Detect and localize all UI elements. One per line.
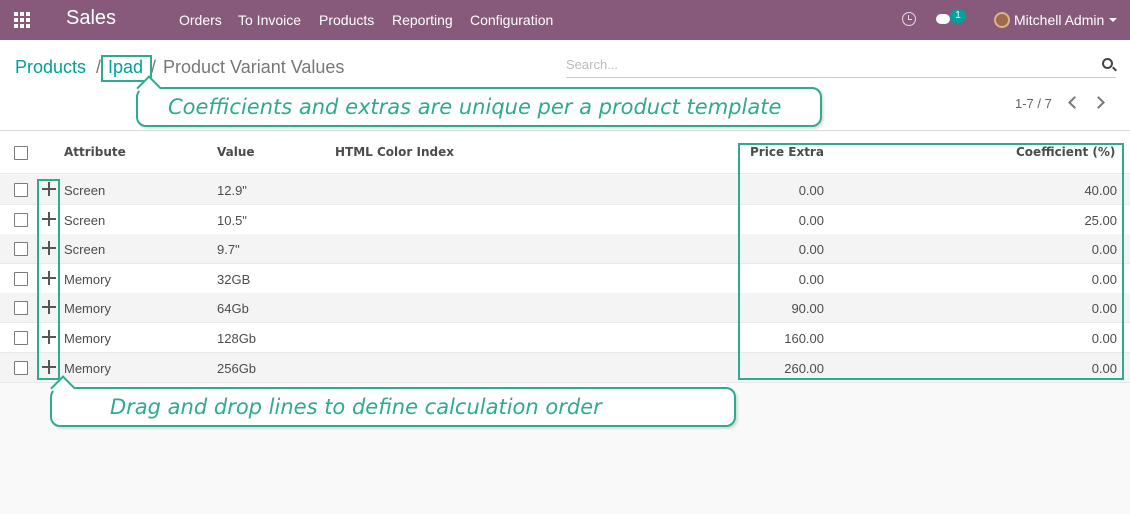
breadcrumb-current: Product Variant Values	[163, 57, 345, 77]
column-value[interactable]: Value	[217, 145, 255, 159]
cell-value: 9.7"	[217, 242, 240, 257]
annotation-coefficients-text: Coefficients and extras are unique per a…	[168, 95, 782, 119]
row-checkbox[interactable]	[14, 361, 28, 375]
cell-value: 128Gb	[217, 331, 257, 346]
annotation-drag-callout: Drag and drop lines to define calculatio…	[50, 375, 736, 427]
row-checkbox[interactable]	[14, 301, 28, 315]
annotation-drag-text: Drag and drop lines to define calculatio…	[110, 395, 602, 419]
cell-attribute: Memory	[64, 301, 111, 316]
top-navbar: Sales Orders To Invoice Products Reporti…	[0, 0, 1130, 40]
cell-attribute: Memory	[64, 272, 111, 287]
search-box[interactable]	[566, 53, 1116, 78]
chat-count-badge: 1	[950, 9, 966, 23]
cell-value: 10.5"	[217, 213, 247, 228]
column-attribute[interactable]: Attribute	[64, 145, 126, 159]
app-name[interactable]: Sales	[66, 7, 116, 30]
cell-attribute: Screen	[64, 183, 106, 198]
chat-icon[interactable]	[936, 14, 950, 24]
chevron-down-icon[interactable]	[1109, 18, 1117, 22]
cell-value: 64Gb	[217, 301, 249, 316]
pager-value[interactable]: 1-7 / 7	[1015, 96, 1052, 111]
annotation-coefficients-callout: Coefficients and extras are unique per a…	[136, 75, 822, 127]
price-coefficient-highlight-frame	[738, 143, 1124, 380]
row-checkbox[interactable]	[14, 213, 28, 227]
user-menu[interactable]: Mitchell Admin	[1014, 12, 1104, 28]
breadcrumb-products[interactable]: Products	[15, 57, 86, 78]
menu-reporting[interactable]: Reporting	[392, 12, 453, 28]
select-all-checkbox[interactable]	[14, 146, 28, 160]
menu-to-invoice[interactable]: To Invoice	[238, 12, 301, 28]
menu-configuration[interactable]: Configuration	[470, 12, 553, 28]
handle-highlight-frame	[37, 179, 60, 380]
apps-menu-icon[interactable]	[14, 12, 32, 28]
row-checkbox[interactable]	[14, 272, 28, 286]
cell-attribute: Memory	[64, 331, 111, 346]
search-input[interactable]	[566, 53, 1086, 75]
row-checkbox[interactable]	[14, 331, 28, 345]
row-checkbox[interactable]	[14, 183, 28, 197]
menu-products[interactable]: Products	[319, 12, 374, 28]
column-html-color-index[interactable]: HTML Color Index	[335, 145, 454, 159]
cell-value: 32GB	[217, 272, 251, 287]
activity-clock-icon[interactable]	[902, 12, 916, 26]
cell-attribute: Screen	[64, 242, 106, 257]
avatar[interactable]	[994, 12, 1010, 28]
cell-value: 256Gb	[217, 361, 257, 376]
search-icon[interactable]	[1102, 58, 1113, 69]
cell-value: 12.9"	[217, 183, 247, 198]
cell-attribute: Screen	[64, 213, 106, 228]
row-checkbox[interactable]	[14, 242, 28, 256]
menu-orders[interactable]: Orders	[179, 12, 222, 28]
cell-attribute: Memory	[64, 361, 111, 376]
